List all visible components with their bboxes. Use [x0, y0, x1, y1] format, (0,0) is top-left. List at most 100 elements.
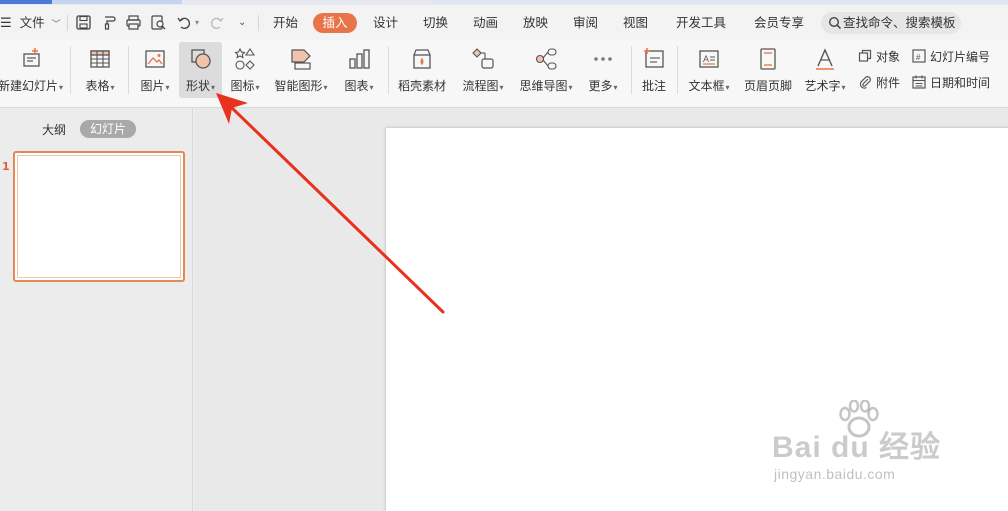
wordart-label: 艺术字: [804, 79, 841, 93]
divider: [677, 46, 678, 94]
smartart-icon: [291, 49, 311, 70]
watermark-url: jingyan.baidu.com: [774, 466, 896, 482]
chart-label: 图表: [344, 79, 369, 93]
date-time-button[interactable]: 日期和时间: [912, 73, 996, 93]
chart-button[interactable]: 图表▾: [337, 42, 381, 98]
mindmap-label: 思维导图: [519, 79, 568, 93]
smartart-button[interactable]: 智能图形▾: [269, 42, 333, 98]
tab-view[interactable]: 视图: [623, 5, 648, 40]
calendar-icon: [912, 75, 926, 89]
tab-home[interactable]: 开始: [273, 5, 298, 40]
table-label: 表格: [85, 79, 110, 93]
active-window-tab-indicator[interactable]: [0, 0, 52, 4]
comment-label: 批注: [641, 79, 666, 93]
textbox-button[interactable]: A 文本框▾: [684, 42, 734, 98]
slide-thumbnail[interactable]: [13, 151, 185, 282]
textbox-label: 文本框: [688, 79, 725, 93]
wordart-icon: [816, 48, 834, 70]
material-library-icon: [413, 49, 431, 69]
divider: [388, 46, 389, 94]
file-menu[interactable]: ☰ 文件 ﹀: [0, 5, 61, 40]
redo-icon[interactable]: [208, 14, 225, 31]
window-tab[interactable]: [52, 0, 182, 4]
textbox-icon: A: [699, 50, 719, 68]
attachment-label: 附件: [876, 76, 901, 90]
paperclip-icon: [859, 76, 871, 89]
table-button[interactable]: 表格▾: [80, 42, 120, 98]
comment-button[interactable]: 批注: [637, 42, 671, 98]
watermark: Bai du 经验 jingyan.baidu.com: [772, 400, 972, 490]
more-label: 更多: [588, 79, 613, 93]
mindmap-icon: [535, 48, 557, 70]
object-label: 对象: [876, 50, 901, 64]
new-slide-icon: [23, 48, 40, 67]
object-icon: [858, 49, 872, 62]
ribbon-toolbar: 新建幻灯片▾ 表格▾ 图片▾ 形状▾ 图标▾ 智能图形▾ 图表▾ 稻壳素材 流程…: [0, 40, 1008, 108]
picture-button[interactable]: 图片▾: [136, 42, 174, 98]
divider: [70, 46, 71, 94]
slide-number-icon: #: [912, 49, 926, 63]
date-time-label: 日期和时间: [930, 76, 991, 90]
format-painter-icon[interactable]: [101, 14, 118, 31]
print-preview-icon[interactable]: [150, 14, 167, 31]
icons-library-icon: [234, 47, 256, 70]
svg-text:A: A: [703, 54, 709, 64]
flowchart-icon: [472, 48, 494, 69]
mindmap-button[interactable]: 思维导图▾: [515, 42, 577, 98]
comment-icon: [644, 48, 664, 68]
wordart-button[interactable]: 艺术字▾: [801, 42, 849, 98]
hamburger-icon: ☰: [0, 16, 12, 31]
daoke-material-button[interactable]: 稻壳素材: [395, 42, 449, 98]
tab-review[interactable]: 审阅: [573, 5, 598, 40]
daoke-material-label: 稻壳素材: [397, 79, 446, 93]
divider: [128, 46, 129, 94]
search-icon: [828, 16, 842, 30]
tab-animations[interactable]: 动画: [473, 5, 498, 40]
tab-developer[interactable]: 开发工具: [676, 5, 726, 40]
icon-label: 图标: [230, 79, 255, 93]
slide-number: 1: [2, 160, 10, 173]
more-button[interactable]: 更多▾: [583, 42, 623, 98]
picture-label: 图片: [140, 79, 165, 93]
save-icon[interactable]: [75, 14, 92, 31]
smartart-label: 智能图形: [274, 79, 323, 93]
divider: [631, 46, 632, 94]
tab-outline[interactable]: 大纲: [42, 121, 66, 138]
file-menu-label: 文件: [19, 15, 45, 30]
watermark-brand: Bai du 经验: [772, 431, 942, 464]
search-box[interactable]: 查找命令、搜索模板: [821, 12, 961, 34]
header-footer-button[interactable]: 页眉页脚: [740, 42, 796, 98]
new-slide-button[interactable]: 新建幻灯片▾: [0, 42, 63, 98]
more-icon: [594, 57, 612, 61]
object-button[interactable]: 对象: [858, 47, 908, 67]
attachment-button[interactable]: 附件: [858, 73, 908, 93]
header-footer-label: 页眉页脚: [743, 79, 792, 93]
shape-icon: [190, 49, 211, 69]
shape-button[interactable]: 形状▾: [179, 42, 222, 98]
print-icon[interactable]: [125, 14, 142, 31]
tab-insert[interactable]: 插入: [313, 13, 357, 33]
table-icon: [90, 50, 110, 68]
search-placeholder: 查找命令、搜索模板: [843, 15, 956, 30]
tab-member[interactable]: 会员专享: [754, 5, 804, 40]
window-tab-strip: [432, 0, 1008, 4]
customize-quick-access-icon[interactable]: ⌄: [238, 5, 246, 40]
new-slide-label: 新建幻灯片: [0, 79, 59, 93]
undo-icon[interactable]: [176, 14, 193, 31]
svg-text:#: #: [916, 53, 921, 62]
tab-design[interactable]: 设计: [373, 5, 398, 40]
menu-bar: ☰ 文件 ﹀ ▾ ⌄ 开始 插入 设计 切换 动画 放映 审阅 视图 开发工具 …: [0, 5, 1008, 40]
slide-number-button[interactable]: # 幻灯片编号: [912, 47, 996, 67]
slide-number-label: 幻灯片编号: [930, 50, 991, 64]
divider: [258, 15, 259, 31]
shape-label: 形状: [185, 79, 210, 93]
tab-slides[interactable]: 幻灯片: [80, 120, 136, 138]
undo-dropdown-icon[interactable]: ▾: [195, 5, 199, 40]
flowchart-label: 流程图: [462, 79, 499, 93]
tab-slideshow[interactable]: 放映: [523, 5, 548, 40]
icon-button[interactable]: 图标▾: [226, 42, 264, 98]
flowchart-button[interactable]: 流程图▾: [457, 42, 509, 98]
tab-transitions[interactable]: 切换: [423, 5, 448, 40]
picture-icon: [145, 50, 165, 68]
chevron-down-icon: ﹀: [51, 20, 61, 30]
